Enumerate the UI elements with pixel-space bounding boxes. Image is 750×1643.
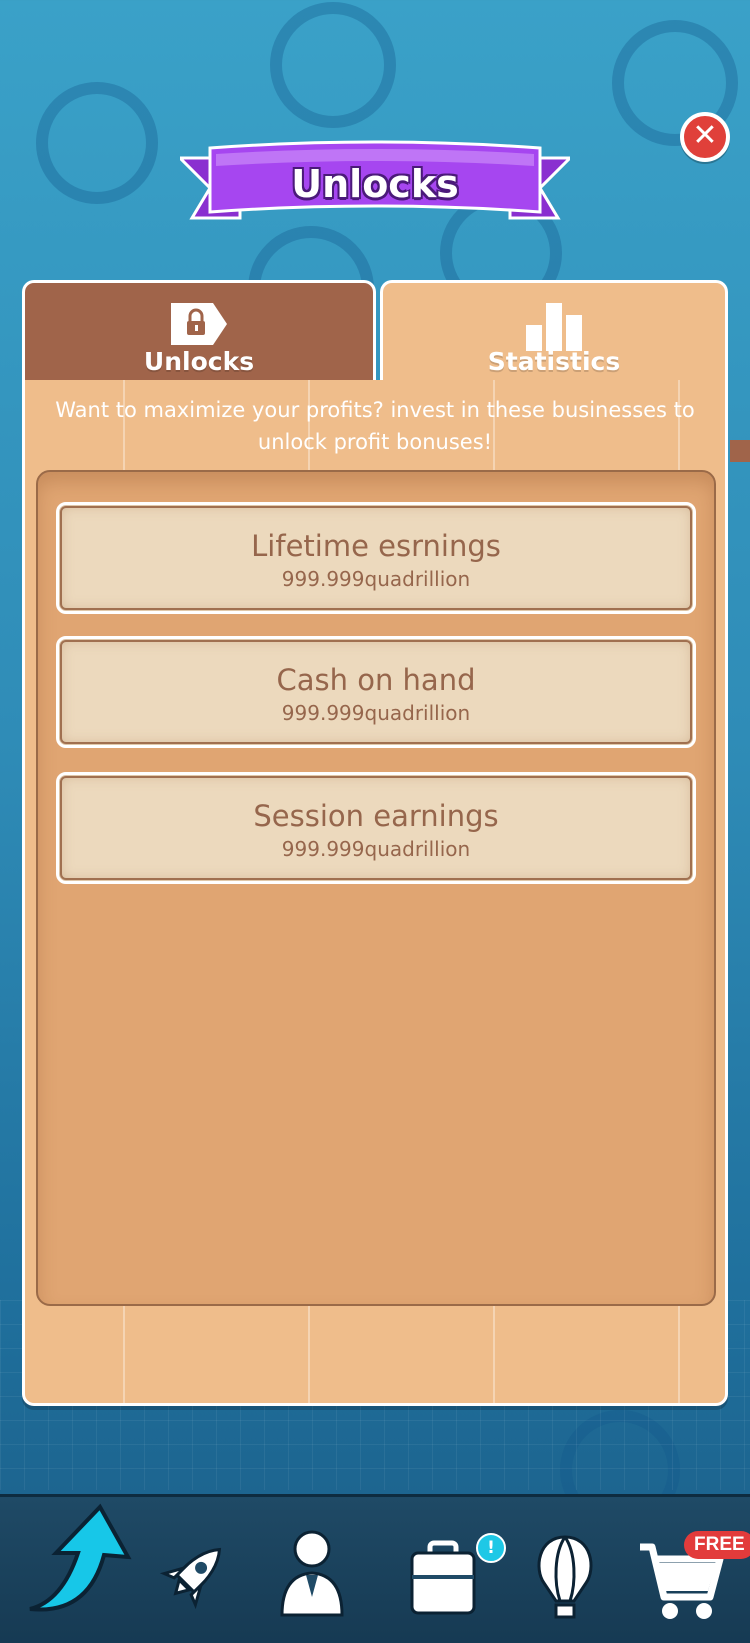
stat-value: 999.999quadrillion [281,701,471,725]
tab-statistics-label: Statistics [487,347,621,376]
stat-card-session-earnings: Session earnings 999.999quadrillion [56,772,696,884]
upgrade-arrow-icon [29,1503,132,1612]
stat-card-cash-on-hand: Cash on hand 999.999quadrillion [56,636,696,748]
stat-value: 999.999quadrillion [281,567,471,591]
rocket-icon [159,1547,222,1610]
stat-label: Lifetime esrnings [251,529,501,563]
title-ribbon: Unlocks [176,140,574,240]
nav-rocket-button[interactable] [154,1497,234,1643]
lock-tag-icon [171,303,227,349]
page-title: Unlocks [291,162,459,206]
balloon-icon [537,1535,593,1619]
info-text: Want to maximize your profits? invest in… [55,398,695,454]
nav-balloon-button[interactable] [530,1497,600,1643]
tab-statistics[interactable]: Statistics [380,280,728,382]
nav-shop-button[interactable]: FREE [636,1497,750,1643]
bottom-nav-bar: ! FREE [0,1494,750,1643]
stat-label: Cash on hand [276,663,476,697]
ethereum-bg-icon [270,2,396,128]
nav-manager-button[interactable] [276,1497,356,1643]
panel-edge-tab [730,440,750,462]
nav-upgrade-button[interactable] [22,1497,132,1643]
stat-label: Session earnings [253,799,499,833]
manager-icon [280,1530,344,1617]
bitcoin-bg-icon [36,82,158,204]
nav-businesses-button[interactable]: ! [408,1497,506,1643]
stat-value: 999.999quadrillion [281,837,471,861]
tab-unlocks[interactable]: Unlocks [22,280,376,382]
stat-card-lifetime-earnings: Lifetime esrnings 999.999quadrillion [56,502,696,614]
close-button[interactable]: ✕ [680,112,730,162]
tab-unlocks-label: Unlocks [143,347,255,376]
notification-badge: ! [476,1533,506,1563]
free-badge: FREE [684,1531,750,1559]
cart-icon [640,1543,724,1619]
briefcase-icon [410,1540,476,1615]
